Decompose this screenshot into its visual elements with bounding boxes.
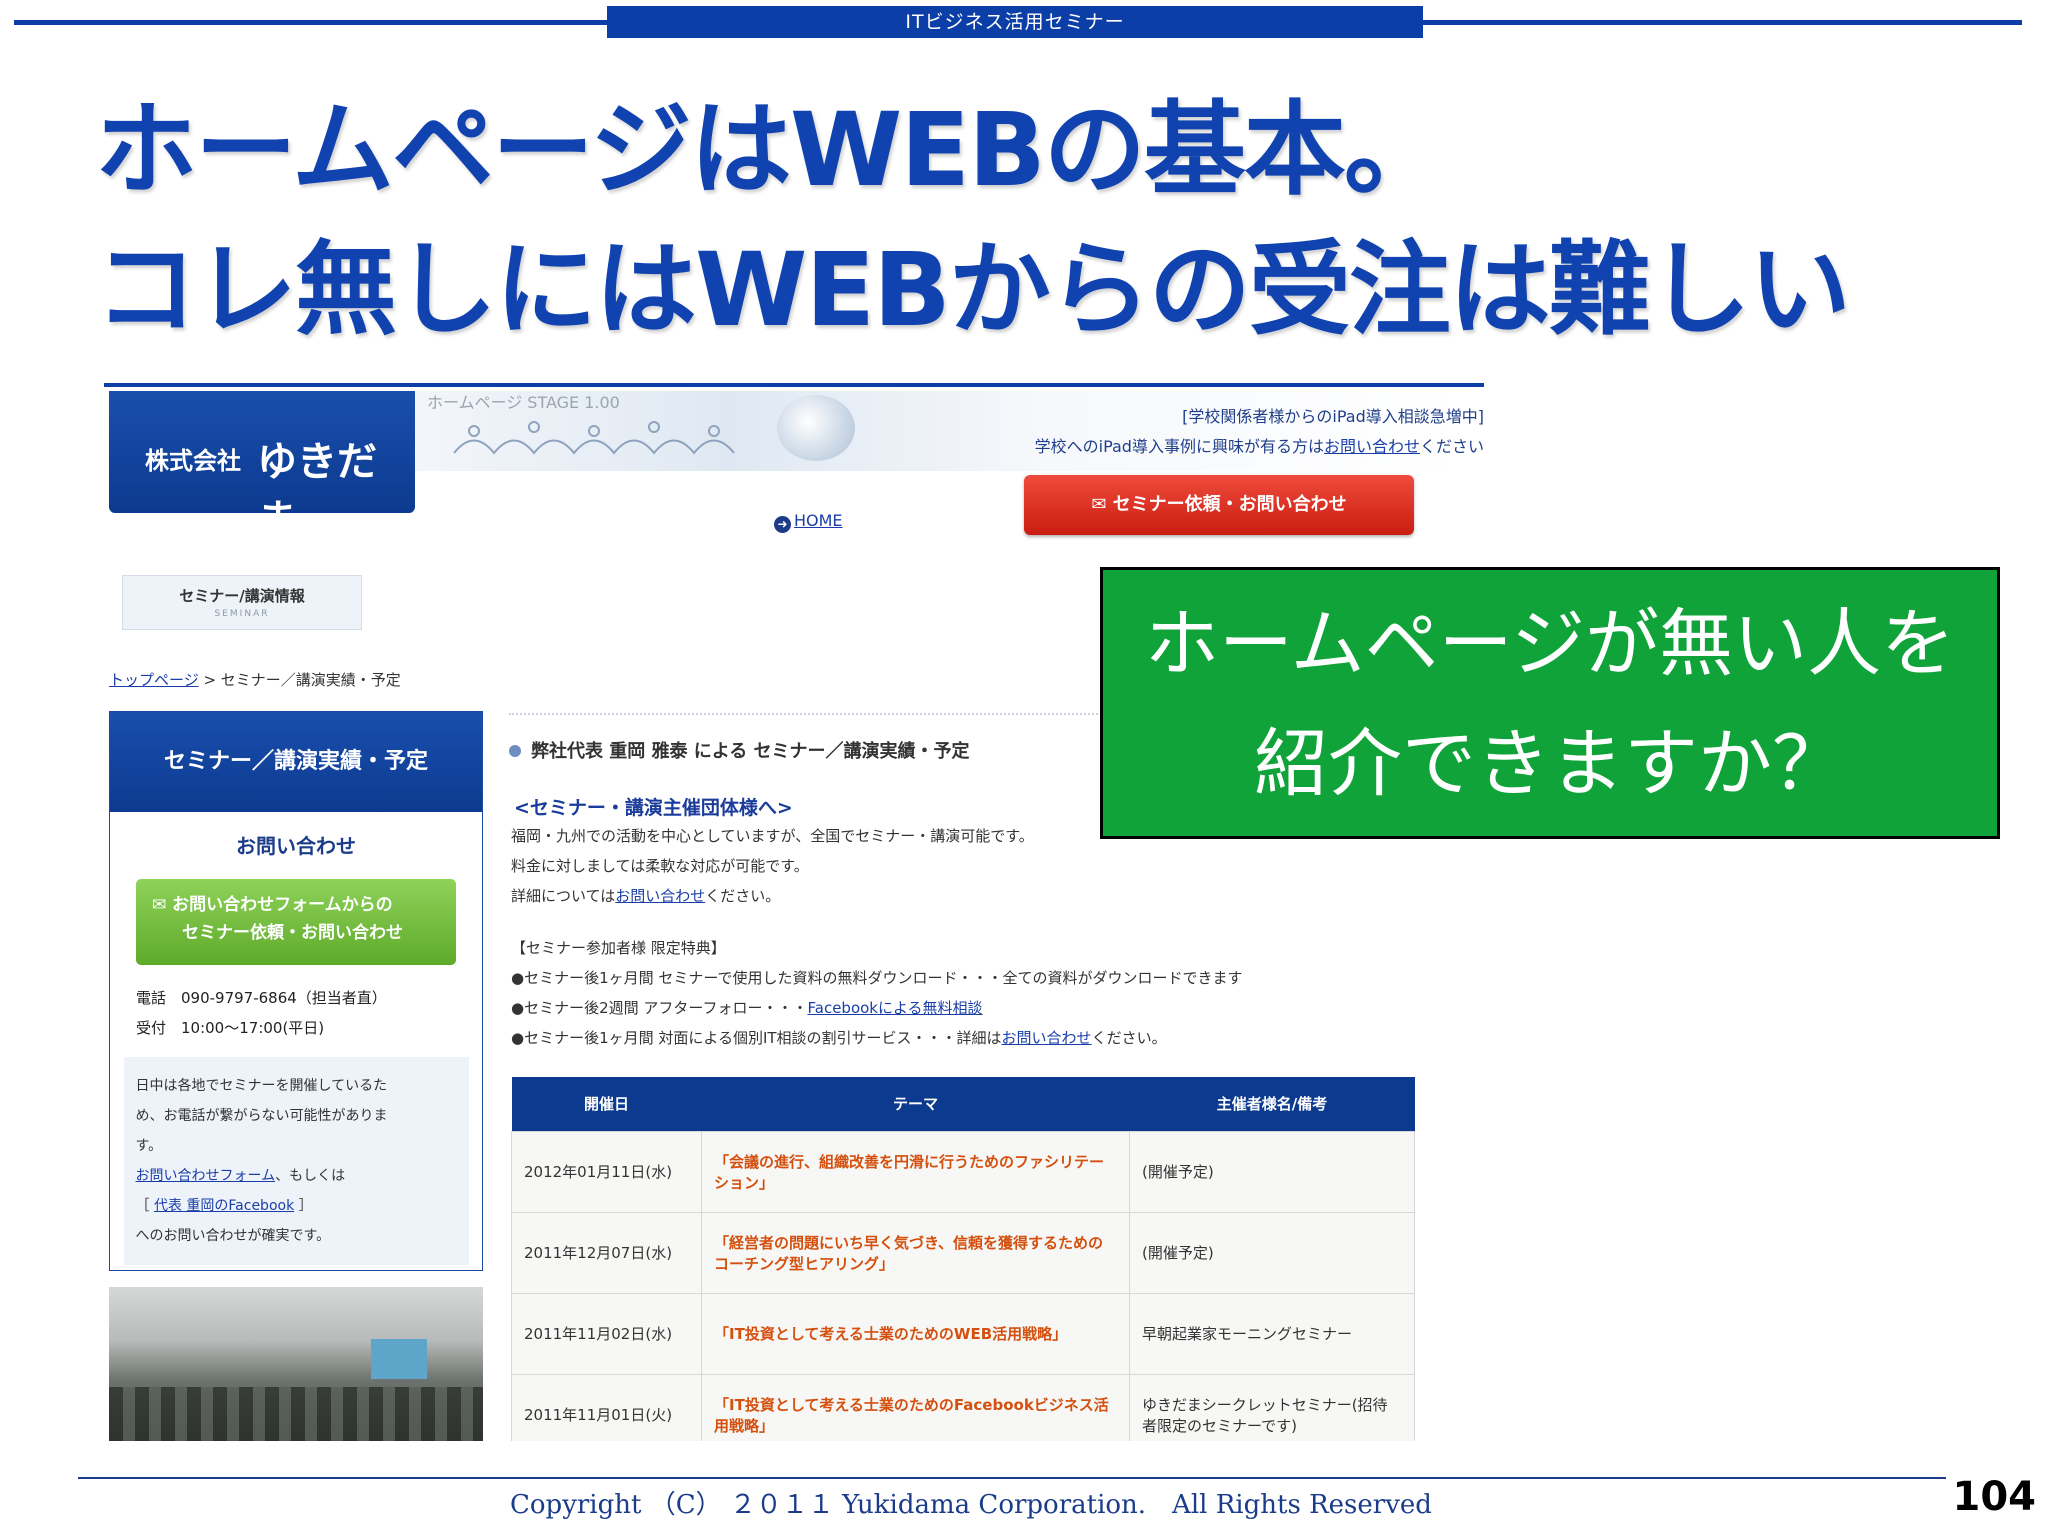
table-header-row: 開催日 テーマ 主催者様名/備考 [511, 1077, 1415, 1131]
note-or: 、もしくは [275, 1168, 346, 1184]
row-note: ゆきだまシークレットセミナー(招待者限定のセミナーです) [1129, 1373, 1415, 1441]
table-row: 2011年12月07日(水) 「経営者の問題にいち早く気づき、信頼を獲得するため… [511, 1211, 1415, 1294]
note-line-3: す。 [135, 1138, 163, 1154]
contact-form-button-line-1: ✉ お問い合わせフォームからの [152, 895, 393, 915]
row-date: 2012年01月11日(水) [511, 1130, 702, 1213]
row-date: 2011年11月01日(火) [511, 1373, 702, 1441]
note-line-6: へのお問い合わせが確実です。 [135, 1228, 331, 1244]
sidebar-contact-heading: お問い合わせ [236, 834, 356, 858]
intro-line-3-suffix: ください。 [705, 887, 781, 905]
logo-corp-label: 株式会社 [145, 447, 241, 475]
sidebar-title: セミナー／講演実績・予定 [110, 712, 482, 812]
note-line-5: ［ 代表 重岡のFacebook ］ [135, 1198, 313, 1214]
row-date: 2011年12月07日(水) [511, 1211, 702, 1294]
seminar-tab-title: セミナー/講演情報 [179, 587, 305, 605]
callout-line-1: ホームページが無い人を [1144, 601, 1956, 687]
home-link-text[interactable]: HOME [794, 511, 843, 530]
ipad-notice: [学校関係者様からのiPad導入相談急増中] [1182, 407, 1484, 426]
intro-line-3: 詳細についてはお問い合わせください。 [511, 881, 1034, 911]
bonus-item-3: ●セミナー後1ヶ月間 対面による個別IT相談の割引サービス・・・詳細はお問い合わ… [511, 1023, 1243, 1053]
facebook-link[interactable]: 代表 重岡のFacebook [154, 1198, 294, 1214]
copyright-text: Copyright （C） ２０１１ Yukidama Corporation.… [510, 1490, 1432, 1520]
contact-phone-info: 電話 090-9797-6864（担当者直） 受付 10:00〜17:00(平日… [136, 983, 482, 1043]
seminar-photo [109, 1287, 483, 1441]
site-top-line [104, 383, 1484, 387]
note-line-1: 日中は各地でセミナーを開催しているた [135, 1078, 388, 1094]
home-link[interactable]: ➜ HOME [774, 511, 843, 533]
intro-contact-link[interactable]: お問い合わせ [615, 887, 705, 905]
intro-paragraph: 福岡・九州での活動を中心としていますが、全国でセミナー・講演可能です。 料金に対… [511, 821, 1034, 911]
row-theme[interactable]: 「会議の進行、組織改善を円滑に行うためのファシリテーション」 [701, 1130, 1130, 1213]
bonus-title: 【セミナー参加者様 限定特典】 [511, 939, 726, 957]
website-screenshot: 株式会社 ゆきだま ホームページ STAGE 1.00 [学校関係者様からのiP… [104, 383, 1484, 1441]
phone-number: 電話 090-9797-6864（担当者直） [136, 989, 387, 1007]
contact-form-link[interactable]: お問い合わせフォーム [136, 1168, 276, 1184]
slide-header-tab: ITビジネス活用セミナー [607, 6, 1423, 38]
table-row: 2011年11月02日(水) 「IT投資として考える士業のためのWEB活用戦略」… [511, 1292, 1415, 1375]
col-date: 開催日 [511, 1077, 702, 1131]
seminar-contact-button[interactable]: ✉ セミナー依頼・お問い合わせ [1024, 475, 1414, 535]
page-number: 104 [1952, 1474, 2037, 1520]
row-theme[interactable]: 「IT投資として考える士業のためのWEB活用戦略」 [701, 1292, 1130, 1375]
intro-line-1: 福岡・九州での活動を中心としていますが、全国でセミナー・講演可能です。 [511, 827, 1034, 845]
ipad-inquiry-suffix: ください [1419, 437, 1484, 456]
seminar-schedule-table: 開催日 テーマ 主催者様名/備考 2012年01月11日(水) 「会議の進行、組… [511, 1077, 1415, 1441]
organizer-subtitle: <セミナー・講演主催団体様へ> [514, 797, 793, 819]
col-organizer: 主催者様名/備考 [1129, 1077, 1415, 1131]
callout-line-2: 紹介できますか？ [1254, 721, 1846, 807]
row-note: (開催予定) [1129, 1211, 1415, 1294]
seminar-info-tab[interactable]: セミナー/講演情報 SEMINAR [122, 575, 362, 630]
contact-form-button-line-2: セミナー依頼・お問い合わせ [182, 923, 403, 943]
row-note: 早朝起業家モーニングセミナー [1129, 1292, 1415, 1375]
sidebar: セミナー／講演実績・予定 お問い合わせ ✉ お問い合わせフォームからの セミナー… [109, 711, 483, 1271]
breadcrumb: トップページ > セミナー／講演実績・予定 [109, 669, 401, 690]
bullet-icon [509, 745, 521, 757]
facebook-consult-link[interactable]: Facebookによる無料相談 [808, 999, 983, 1017]
reception-hours: 受付 10:00〜17:00(平日) [136, 1019, 325, 1037]
main-heading-text: 弊社代表 重岡 雅泰 による セミナー／講演実績・予定 [531, 741, 970, 762]
intro-line-3-prefix: 詳細については [511, 887, 616, 905]
logo-name: ゆきだま [257, 439, 377, 543]
headline-line-2: コレ無しにはWEBからの受注は難しい [95, 231, 1851, 350]
bonus-item-2-prefix: ●セミナー後2週間 アフターフォロー・・・ [511, 999, 808, 1017]
contact-note: 日中は各地でセミナーを開催しているた め、お電話が繋がらない可能性がありま す。… [123, 1057, 469, 1265]
breadcrumb-current: > セミナー／講演実績・予定 [198, 671, 401, 689]
row-theme[interactable]: 「経営者の問題にいち早く気づき、信頼を獲得するためのコーチング型ヒアリング」 [701, 1211, 1130, 1294]
ipad-inquiry-link[interactable]: お問い合わせ [1324, 437, 1420, 456]
seminar-tab-sub: SEMINAR [214, 609, 270, 619]
projector-screen [371, 1339, 427, 1379]
breadcrumb-top-link[interactable]: トップページ [109, 671, 199, 689]
banner-illustration [453, 421, 735, 455]
bonus-contact-link[interactable]: お問い合わせ [1002, 1029, 1092, 1047]
note-line-4: お問い合わせフォーム、もしくは [136, 1161, 457, 1191]
row-note: (開催予定) [1129, 1130, 1415, 1213]
table-row: 2011年11月01日(火) 「IT投資として考える士業のためのFacebook… [511, 1373, 1415, 1441]
participant-bonus: 【セミナー参加者様 限定特典】 ●セミナー後1ヶ月間 セミナーで使用した資料の無… [511, 933, 1243, 1053]
table-row: 2012年01月11日(水) 「会議の進行、組織改善を円滑に行うためのファシリテ… [511, 1130, 1415, 1213]
bonus-item-3-suffix: ください。 [1091, 1029, 1167, 1047]
contact-form-button[interactable]: ✉ お問い合わせフォームからの セミナー依頼・お問い合わせ [136, 879, 456, 965]
row-theme[interactable]: 「IT投資として考える士業のためのFacebookビジネス活用戦略」 [701, 1373, 1130, 1441]
headline-line-1: ホームページはWEBの基本。 [95, 91, 1446, 210]
ipad-inquiry-prefix: 学校へのiPad導入事例に興味が有る方は [1034, 437, 1324, 456]
ipad-inquiry-text: 学校へのiPad導入事例に興味が有る方はお問い合わせください [784, 433, 1484, 457]
question-callout: ホームページが無い人を 紹介できますか？ [1100, 567, 2000, 839]
bonus-item-1: ●セミナー後1ヶ月間 セミナーで使用した資料の無料ダウンロード・・・全ての資料が… [511, 969, 1243, 987]
bonus-item-3-prefix: ●セミナー後1ヶ月間 対面による個別IT相談の割引サービス・・・詳細は [511, 1029, 1002, 1047]
site-logo[interactable]: 株式会社 ゆきだま [109, 391, 415, 543]
note-line-2: め、お電話が繋がらない可能性がありま [135, 1108, 388, 1124]
col-theme: テーマ [701, 1077, 1130, 1131]
audience-rows [109, 1387, 483, 1441]
footer-rule [78, 1477, 1946, 1479]
bonus-item-2: ●セミナー後2週間 アフターフォロー・・・Facebookによる無料相談 [511, 993, 1243, 1023]
arrow-right-icon: ➜ [774, 516, 791, 533]
row-date: 2011年11月02日(水) [511, 1292, 702, 1375]
intro-line-2: 料金に対しましては柔軟な対応が可能です。 [511, 857, 809, 875]
